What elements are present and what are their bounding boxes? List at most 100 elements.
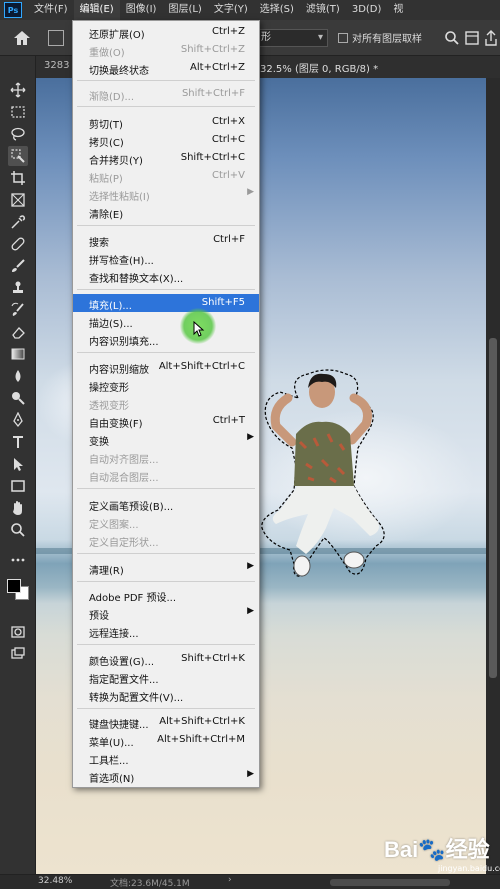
- menu-item-search[interactable]: 搜索 Ctrl+F: [73, 231, 259, 249]
- menu-item-presets[interactable]: 预设 ▶: [73, 604, 259, 622]
- move-icon[interactable]: [8, 80, 28, 100]
- pen-icon[interactable]: [8, 410, 28, 430]
- menu-item-toggle-last-state[interactable]: 切换最终状态 Alt+Ctrl+Z: [73, 59, 259, 77]
- history-brush-icon[interactable]: [8, 300, 28, 320]
- eraser-icon[interactable]: [8, 322, 28, 342]
- gradient-icon[interactable]: [8, 344, 28, 364]
- menu-item-free-transform[interactable]: 自由变换(F) Ctrl+T: [73, 412, 259, 430]
- marquee-icon[interactable]: [8, 102, 28, 122]
- selected-person[interactable]: [258, 368, 394, 590]
- rectangle-icon[interactable]: [8, 476, 28, 496]
- hand-icon[interactable]: [8, 498, 28, 518]
- stamp-icon[interactable]: [8, 278, 28, 298]
- menu-item-purge[interactable]: 清理(R) ▶: [73, 559, 259, 577]
- menu-item-fade[interactable]: 渐隐(D)... Shift+Ctrl+F: [73, 85, 259, 103]
- color-swatches[interactable]: [6, 576, 30, 602]
- submenu-arrow-icon: ▶: [247, 561, 254, 571]
- menu-edit[interactable]: 编辑(E): [73, 0, 120, 20]
- menu-item-preferences[interactable]: 首选项(N) ▶: [73, 767, 259, 785]
- crop-icon[interactable]: [8, 168, 28, 188]
- home-icon[interactable]: [12, 29, 32, 47]
- menu-filter[interactable]: 滤镜(T): [300, 0, 346, 20]
- quick-mask-icon[interactable]: [8, 622, 28, 642]
- watermark-url: jingyan.baidu.com: [438, 864, 500, 873]
- menu-item-content-aware-scale[interactable]: 内容识别缩放 Alt+Shift+Ctrl+C: [73, 358, 259, 376]
- menu-item-paste[interactable]: 粘贴(P) Ctrl+V: [73, 167, 259, 185]
- tool-preset-picker[interactable]: [48, 30, 64, 46]
- menu-item-convert-profile[interactable]: 转换为配置文件(V)...: [73, 686, 259, 704]
- menu-separator: [77, 289, 255, 290]
- menu-item-clear[interactable]: 清除(E): [73, 203, 259, 221]
- sample-all-layers-label: 对所有图层取样: [352, 34, 422, 45]
- frame-icon[interactable]: [8, 190, 28, 210]
- blur-icon[interactable]: [8, 366, 28, 386]
- brush-icon[interactable]: [8, 256, 28, 276]
- menu-view[interactable]: 视: [387, 0, 409, 20]
- menu-item-copy-merged[interactable]: 合并拷贝(Y) Shift+Ctrl+C: [73, 149, 259, 167]
- chevron-right-icon[interactable]: ›: [228, 875, 232, 885]
- menu-separator: [77, 106, 255, 107]
- horizontal-scrollbar-thumb[interactable]: [330, 879, 450, 886]
- watermark-logo: Bai🐾经验: [384, 837, 490, 862]
- menu-item-spell-check[interactable]: 拼写检查(H)...: [73, 249, 259, 267]
- menu-item-content-aware-fill[interactable]: 内容识别填充...: [73, 330, 259, 348]
- quick-select-icon[interactable]: [8, 146, 28, 166]
- menu-item-redo[interactable]: 重做(O) Shift+Ctrl+Z: [73, 41, 259, 59]
- menu-item-define-pattern[interactable]: 定义图案...: [73, 513, 259, 531]
- menu-item-assign-profile[interactable]: 指定配置文件...: [73, 668, 259, 686]
- menu-file[interactable]: 文件(F): [28, 0, 74, 20]
- menu-3d[interactable]: 3D(D): [346, 0, 388, 20]
- lasso-icon[interactable]: [8, 124, 28, 144]
- vertical-scrollbar[interactable]: [486, 78, 500, 874]
- search-icon[interactable]: [444, 30, 460, 50]
- document-tab-title[interactable]: 32.5% (图层 0, RGB/8) *: [260, 60, 378, 75]
- healing-icon[interactable]: [8, 234, 28, 254]
- eyedropper-icon[interactable]: [8, 212, 28, 232]
- workspace-frame-icon[interactable]: [464, 30, 480, 50]
- menu-item-keyboard-shortcuts[interactable]: 键盘快捷键... Alt+Shift+Ctrl+K: [73, 713, 259, 731]
- menu-item-cut[interactable]: 剪切(T) Ctrl+X: [73, 113, 259, 131]
- menu-bar: Ps 文件(F) 编辑(E) 图像(I) 图层(L) 文字(Y) 选择(S) 滤…: [0, 0, 500, 20]
- menu-item-toolbar[interactable]: 工具栏...: [73, 749, 259, 767]
- menu-image[interactable]: 图像(I): [120, 0, 163, 20]
- menu-item-auto-blend-layers[interactable]: 自动混合图层...: [73, 466, 259, 484]
- menu-item-menus[interactable]: 菜单(U)... Alt+Shift+Ctrl+M: [73, 731, 259, 749]
- edit-menu-dropdown: 还原扩展(O) Ctrl+Z 重做(O) Shift+Ctrl+Z 切换最终状态 Al…: [72, 20, 260, 788]
- menu-item-color-settings[interactable]: 颜色设置(G)... Shift+Ctrl+K: [73, 650, 259, 668]
- menu-item-pdf-presets[interactable]: Adobe PDF 预设...: [73, 586, 259, 604]
- menu-item-define-brush[interactable]: 定义画笔预设(B)...: [73, 495, 259, 513]
- sample-all-layers-checkbox[interactable]: [338, 33, 348, 43]
- sample-select[interactable]: 形: [258, 29, 328, 47]
- menu-select[interactable]: 选择(S): [254, 0, 300, 20]
- menu-layer[interactable]: 图层(L): [162, 0, 207, 20]
- scrollbar-thumb[interactable]: [489, 338, 497, 678]
- path-select-icon[interactable]: [8, 454, 28, 474]
- submenu-arrow-icon: ▶: [247, 432, 254, 442]
- menu-item-perspective-warp[interactable]: 透视变形: [73, 394, 259, 412]
- menu-item-auto-align-layers[interactable]: 自动对齐图层...: [73, 448, 259, 466]
- menu-item-copy[interactable]: 拷贝(C) Ctrl+C: [73, 131, 259, 149]
- menu-item-find-replace[interactable]: 查找和替换文本(X)...: [73, 267, 259, 285]
- menu-item-transform[interactable]: 变换 ▶: [73, 430, 259, 448]
- menu-item-puppet-warp[interactable]: 操控变形: [73, 376, 259, 394]
- type-icon[interactable]: [8, 432, 28, 452]
- screen-mode-icon[interactable]: [8, 644, 28, 664]
- submenu-arrow-icon: ▶: [247, 187, 254, 197]
- document-tab[interactable]: 3283: [44, 60, 69, 71]
- menu-item-remote-connections[interactable]: 远程连接...: [73, 622, 259, 640]
- menu-item-define-shape[interactable]: 定义自定形状...: [73, 531, 259, 549]
- more-tools-icon[interactable]: [8, 550, 28, 570]
- dodge-icon[interactable]: [8, 388, 28, 408]
- photoshop-logo: Ps: [4, 2, 22, 18]
- zoom-icon[interactable]: [8, 520, 28, 540]
- menu-item-fill[interactable]: 填充(L)... Shift+F5: [73, 294, 259, 312]
- menu-separator: [77, 581, 255, 582]
- menu-item-undo[interactable]: 还原扩展(O) Ctrl+Z: [73, 23, 259, 41]
- foreground-color-swatch[interactable]: [7, 579, 21, 593]
- menu-item-stroke[interactable]: 描边(S)...: [73, 312, 259, 330]
- menu-type[interactable]: 文字(Y): [208, 0, 254, 20]
- menu-item-paste-special[interactable]: 选择性粘贴(I) ▶: [73, 185, 259, 203]
- share-icon[interactable]: [484, 29, 498, 51]
- document-info[interactable]: 文档:23.6M/45.1M: [110, 876, 190, 889]
- zoom-level[interactable]: 32.48%: [38, 876, 72, 886]
